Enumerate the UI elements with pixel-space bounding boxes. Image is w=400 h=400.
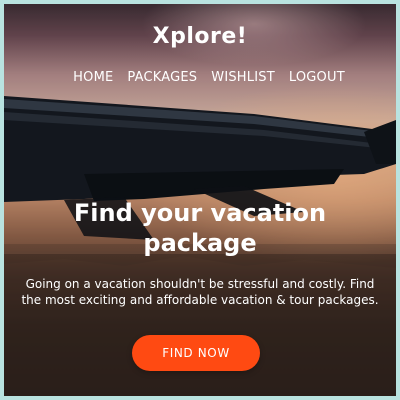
hero-section: Xplore! HOME PACKAGES WISHLIST LOGOUT Fi… bbox=[4, 4, 396, 396]
hero-headline: Find your vacation package bbox=[4, 198, 396, 258]
find-now-button[interactable]: FIND NOW bbox=[132, 335, 260, 371]
nav-item-home[interactable]: HOME bbox=[73, 70, 113, 85]
main-nav: HOME PACKAGES WISHLIST LOGOUT bbox=[4, 70, 396, 85]
nav-item-logout[interactable]: LOGOUT bbox=[289, 70, 345, 85]
nav-item-packages[interactable]: PACKAGES bbox=[127, 70, 197, 85]
hero-headline-line2: package bbox=[143, 229, 257, 257]
hero-headline-line1: Find your vacation bbox=[73, 199, 327, 227]
hero-subtext: Going on a vacation shouldn't be stressf… bbox=[21, 277, 379, 307]
nav-item-wishlist[interactable]: WISHLIST bbox=[211, 70, 275, 85]
brand-logo[interactable]: Xplore! bbox=[4, 24, 396, 49]
